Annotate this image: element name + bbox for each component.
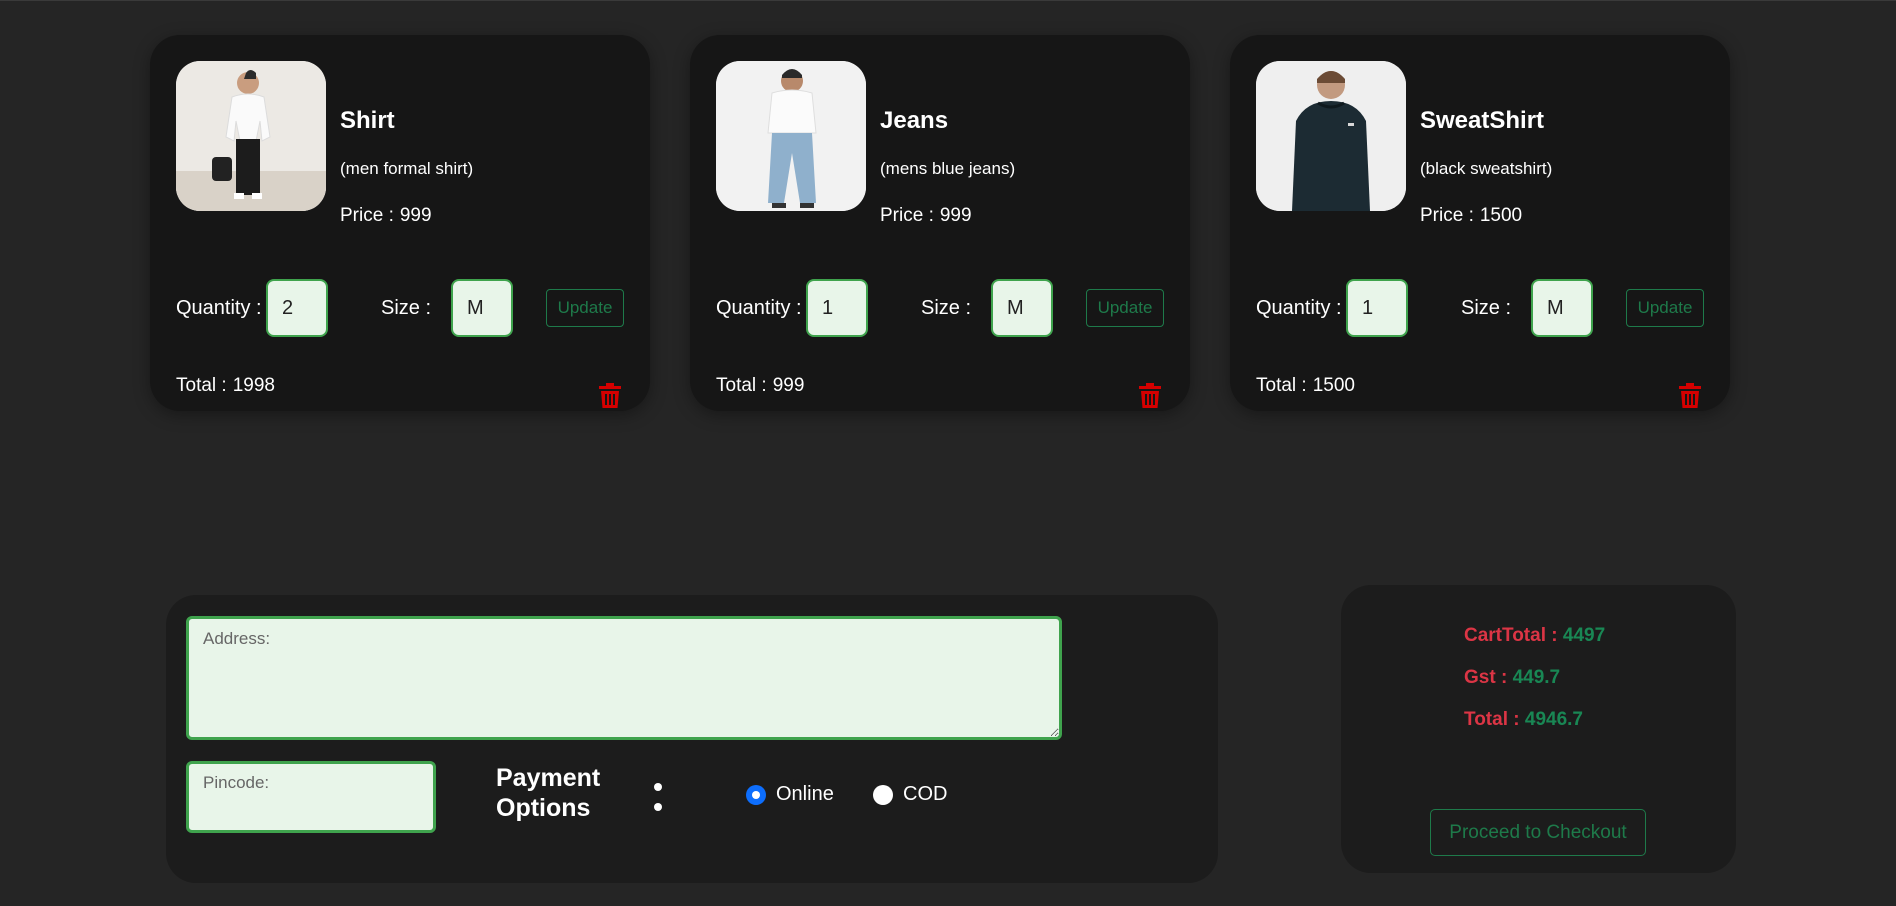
product-description: (men formal shirt): [340, 159, 474, 178]
order-summary: CartTotal : 4497 Gst : 449.7 Total : 494…: [1341, 585, 1736, 873]
price-value: 1500: [1479, 205, 1523, 226]
quantity-input[interactable]: 1: [806, 279, 868, 337]
grand-total-label: Total :: [1464, 709, 1520, 730]
payment-option-label: Online: [776, 783, 834, 805]
cart-total-line: CartTotal : 4497: [1464, 625, 1605, 647]
cart-total-label: CartTotal :: [1464, 625, 1558, 646]
trash-icon[interactable]: [1139, 383, 1161, 409]
cart-total-value: 4497: [1562, 625, 1606, 646]
price-label: Price :: [340, 205, 394, 226]
cart-item-card: Jeans (mens blue jeans) Price :999 Quant…: [690, 35, 1190, 411]
product-name: Shirt: [340, 107, 395, 134]
item-total: Total :999: [716, 375, 804, 397]
total-value: 1500: [1312, 375, 1355, 396]
gst-value: 449.7: [1512, 667, 1561, 688]
radio-unselected-icon[interactable]: [873, 784, 893, 805]
update-button[interactable]: Update: [1086, 289, 1164, 327]
total-value: 999: [772, 375, 805, 396]
address-field[interactable]: [186, 616, 1062, 740]
trash-icon[interactable]: [1679, 383, 1701, 409]
quantity-label: Quantity :: [176, 297, 262, 319]
gst-label: Gst :: [1464, 667, 1508, 688]
product-image: [1256, 61, 1406, 211]
price-label: Price :: [1420, 205, 1474, 226]
size-input[interactable]: M: [451, 279, 513, 337]
size-input[interactable]: M: [1531, 279, 1593, 337]
product-image: [716, 61, 866, 211]
price-value: 999: [939, 205, 972, 226]
product-price: Price :1500: [1420, 205, 1522, 227]
update-button[interactable]: Update: [1626, 289, 1704, 327]
cart-item-card: Shirt (men formal shirt) Price :999 Quan…: [150, 35, 650, 411]
checkout-button[interactable]: Proceed to Checkout: [1430, 809, 1646, 856]
radio-selected-icon[interactable]: [746, 784, 766, 805]
product-description: (mens blue jeans): [880, 159, 1016, 178]
quantity-label: Quantity :: [1256, 297, 1342, 319]
payment-option-label: COD: [903, 783, 948, 805]
quantity-label: Quantity :: [716, 297, 802, 319]
size-label: Size :: [921, 297, 972, 319]
cart-page: Shirt (men formal shirt) Price :999 Quan…: [0, 0, 1896, 906]
trash-icon[interactable]: [599, 383, 621, 409]
quantity-input[interactable]: 2: [266, 279, 328, 337]
price-value: 999: [399, 205, 432, 226]
product-name: SweatShirt: [1420, 107, 1545, 134]
item-total: Total :1500: [1256, 375, 1355, 397]
quantity-input[interactable]: 1: [1346, 279, 1408, 337]
product-name: Jeans: [880, 107, 949, 134]
grand-total-value: 4946.7: [1524, 709, 1583, 730]
price-label: Price :: [880, 205, 934, 226]
gst-line: Gst : 449.7: [1464, 667, 1560, 689]
update-button[interactable]: Update: [546, 289, 624, 327]
payment-option-cod[interactable]: COD: [873, 783, 947, 806]
size-label: Size :: [1461, 297, 1512, 319]
total-label: Total :: [1256, 375, 1307, 396]
product-price: Price :999: [340, 205, 432, 227]
size-label: Size :: [381, 297, 432, 319]
total-label: Total :: [716, 375, 767, 396]
total-label: Total :: [176, 375, 227, 396]
colon-separator: [654, 783, 662, 813]
address-panel: Payment Options Online COD: [166, 595, 1218, 883]
product-price: Price :999: [880, 205, 972, 227]
cart-item-card: SweatShirt (black sweatshirt) Price :150…: [1230, 35, 1730, 411]
item-total: Total :1998: [176, 375, 275, 397]
product-description: (black sweatshirt): [1420, 159, 1553, 178]
total-value: 1998: [232, 375, 275, 396]
pincode-field[interactable]: [186, 761, 436, 833]
grand-total-line: Total : 4946.7: [1464, 709, 1583, 731]
payment-options-label: Payment Options: [496, 764, 601, 822]
product-image: [176, 61, 326, 211]
payment-option-online[interactable]: Online: [746, 783, 834, 806]
size-input[interactable]: M: [991, 279, 1053, 337]
